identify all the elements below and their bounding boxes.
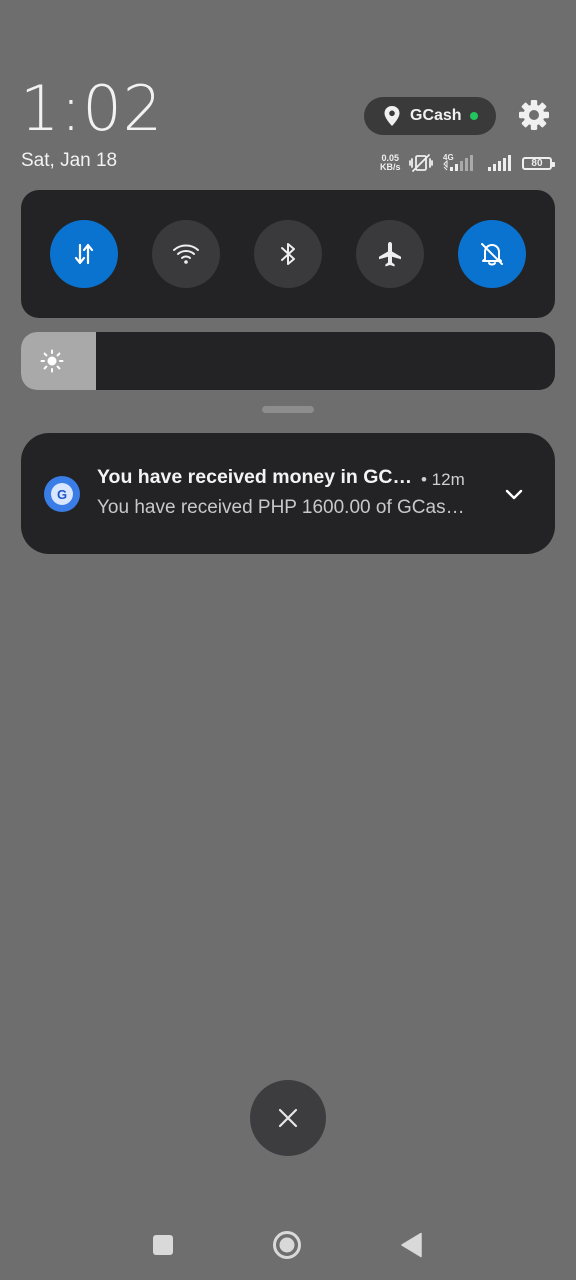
status-icons-row: 0.05 KB/s 4G 80 xyxy=(380,151,555,175)
battery-icon: 80 xyxy=(521,156,555,170)
active-indicator-dot xyxy=(469,112,478,120)
close-icon xyxy=(278,1108,298,1128)
gcash-app-icon-letter: G xyxy=(51,483,73,505)
drag-handle[interactable] xyxy=(262,406,314,413)
network-speed-unit: KB/s xyxy=(380,162,401,172)
airplane-icon xyxy=(379,242,401,267)
brightness-slider[interactable] xyxy=(21,332,555,390)
recents-button[interactable] xyxy=(142,1224,184,1266)
location-app-label: GCash xyxy=(410,107,462,124)
signal-4g-icon: 4G xyxy=(443,153,474,171)
notification-body: You have received PHP 1600.00 of GCash f… xyxy=(97,497,467,518)
toggle-mobile-data[interactable] xyxy=(50,220,118,288)
chevron-down-icon[interactable] xyxy=(501,483,527,505)
bell-off-icon xyxy=(481,243,503,266)
toggle-bluetooth[interactable] xyxy=(254,220,322,288)
toggle-wifi[interactable] xyxy=(152,220,220,288)
bluetooth-icon xyxy=(281,243,295,265)
location-pin-icon xyxy=(384,106,400,126)
back-button[interactable] xyxy=(390,1224,432,1266)
sun-icon xyxy=(40,349,64,373)
date-label: Sat, Jan 18 xyxy=(21,150,118,171)
notification-time: • 12m xyxy=(421,470,465,489)
toggle-airplane-mode[interactable] xyxy=(356,220,424,288)
square-icon xyxy=(153,1235,173,1255)
vibrate-off-icon xyxy=(409,154,434,172)
mobile-data-arrows-icon xyxy=(74,243,94,265)
gear-icon[interactable] xyxy=(518,99,550,131)
battery-level: 80 xyxy=(531,157,543,169)
notification-card[interactable]: G You have received money in GCash! • 12… xyxy=(21,433,555,554)
notification-title: You have received money in GCash! xyxy=(97,466,417,488)
location-indicator-pill[interactable]: GCash xyxy=(364,97,496,135)
network-type-label: 4G xyxy=(443,153,454,162)
circle-icon xyxy=(273,1231,301,1259)
gcash-app-icon: G xyxy=(44,476,80,512)
triangle-back-icon xyxy=(401,1232,422,1258)
clock-time: 1:02 xyxy=(20,72,164,145)
network-speed: 0.05 KB/s xyxy=(380,154,401,172)
wifi-icon xyxy=(173,244,199,264)
quick-settings-panel xyxy=(21,190,555,318)
signal-strength-icon xyxy=(488,155,512,171)
home-button[interactable] xyxy=(266,1224,308,1266)
toggle-silent-mode[interactable] xyxy=(458,220,526,288)
clear-all-button[interactable] xyxy=(250,1080,326,1156)
